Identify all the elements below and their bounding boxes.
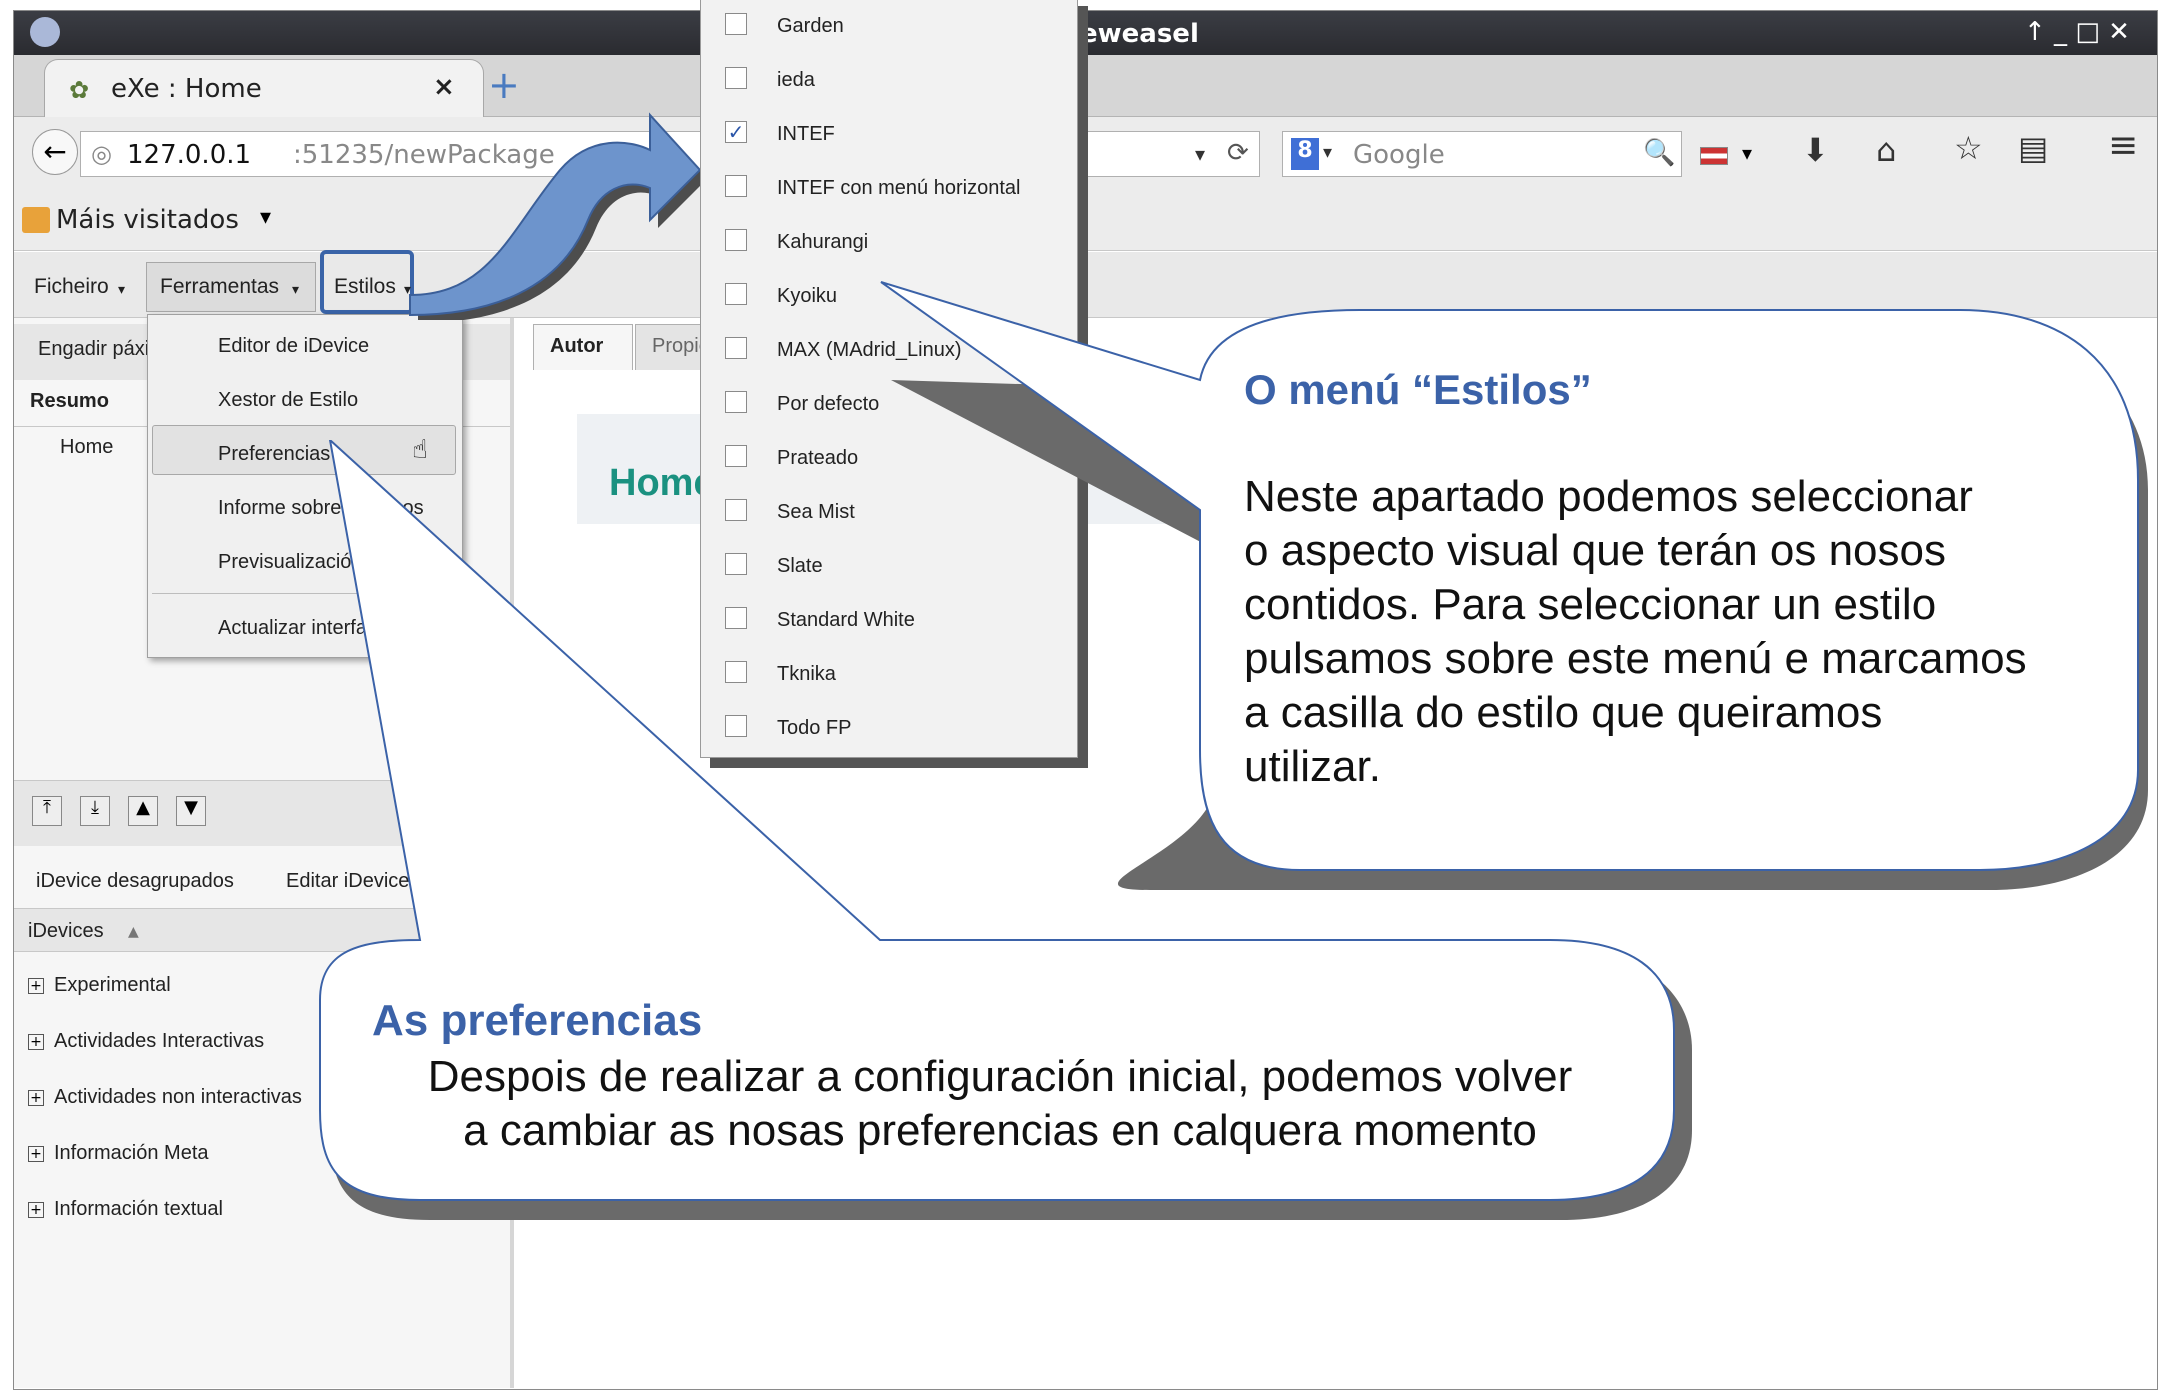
style-option[interactable]: Kahurangi	[777, 231, 868, 254]
category-interactive[interactable]: Actividades Interactivas	[54, 1030, 264, 1053]
reload-icon[interactable]: ⟳	[1227, 138, 1249, 168]
navigation-bar: ← ◎ 127.0.0.1 :51235/newPackage ▾ ⟳ 8 ▾ …	[14, 117, 2157, 189]
globe-icon: ◎	[91, 140, 112, 168]
expand-icon[interactable]: +	[28, 1202, 44, 1218]
outline-node-home[interactable]: Home	[60, 436, 113, 459]
window-controls[interactable]: ↑ _ □ ✕	[2024, 17, 2130, 47]
tab-author-label: Autor	[550, 335, 604, 357]
window-title: eweasel	[1080, 19, 1199, 49]
idevices-header[interactable]: iDevices	[28, 920, 104, 943]
callout-line: Despois de realizar a configuración inic…	[427, 1052, 1573, 1101]
callout-styles-title: O menú “Estilos”	[1244, 366, 1592, 413]
most-visited-bookmark[interactable]: Máis visitados	[56, 205, 239, 235]
menu-tools[interactable]: Ferramentas	[160, 275, 279, 299]
menu-icon[interactable]: ≡	[2108, 125, 2138, 166]
tab-strip: ✿ eXe : Home × +	[14, 55, 2157, 117]
search-input[interactable]: Google	[1353, 140, 1445, 170]
pointer-arrow	[409, 112, 708, 320]
category-meta[interactable]: Información Meta	[54, 1142, 209, 1165]
url-host: 127.0.0.1	[127, 140, 252, 170]
callout-prefs-title: As preferencias	[372, 996, 703, 1045]
menu-styles[interactable]: Estilos	[334, 275, 396, 299]
style-checkbox[interactable]	[725, 391, 747, 413]
style-checkbox[interactable]	[725, 13, 747, 35]
menu-item-style-manager[interactable]: Xestor de Estilo	[218, 389, 358, 412]
home-icon[interactable]: ⌂	[1876, 131, 1896, 169]
style-option[interactable]: Por defecto	[777, 393, 879, 416]
bookmark-star-icon[interactable]: ☆	[1954, 129, 1983, 167]
style-checkbox[interactable]	[725, 175, 747, 197]
back-button[interactable]: ←	[32, 129, 78, 175]
move-bottom-icon[interactable]: ⤓	[80, 796, 110, 826]
style-checkbox[interactable]	[725, 67, 747, 89]
expand-icon[interactable]: +	[28, 978, 44, 994]
move-down-icon[interactable]: ▼	[176, 796, 206, 826]
flag-dropdown-icon[interactable]: ▾	[1742, 141, 1752, 165]
clipboard-icon[interactable]: ▤	[2018, 129, 2048, 167]
search-box[interactable]: 8 ▾ Google 🔍	[1282, 131, 1682, 177]
exe-favicon-icon: ✿	[69, 76, 90, 104]
menu-item-idevice-editor[interactable]: Editor de iDevice	[218, 335, 369, 358]
download-icon[interactable]: ⬇	[1802, 131, 1829, 169]
style-checkbox[interactable]: ✓	[725, 121, 747, 143]
category-non-interactive[interactable]: Actividades non interactivas	[54, 1086, 302, 1109]
category-text[interactable]: Información textual	[54, 1198, 223, 1221]
bookmarks-bar: Máis visitados ▾	[14, 189, 2157, 251]
search-icon[interactable]: 🔍	[1643, 138, 1675, 168]
expand-icon[interactable]: +	[28, 1090, 44, 1106]
dropdown-icon[interactable]: ▾	[1195, 142, 1205, 166]
category-experimental[interactable]: Experimental	[54, 974, 171, 997]
expand-icon[interactable]: +	[28, 1034, 44, 1050]
style-option[interactable]: Garden	[777, 15, 844, 38]
title-bar: eweasel ↑ _ □ ✕	[14, 11, 2157, 55]
style-checkbox[interactable]	[725, 337, 747, 359]
outline-header: Resumo	[30, 390, 109, 412]
move-top-icon[interactable]: ⤒	[32, 796, 62, 826]
app-logo-icon	[30, 17, 60, 47]
sort-arrow-icon: ▲	[128, 924, 139, 940]
search-engine-dropdown-icon[interactable]: ▾	[1323, 142, 1332, 163]
tab-author[interactable]: Autor	[533, 324, 633, 370]
style-option[interactable]: INTEF	[777, 123, 835, 146]
flag-icon[interactable]	[1700, 147, 1728, 165]
callout-line: a cambiar as nosas preferencias en calqu…	[463, 1106, 1537, 1155]
google-icon[interactable]: 8	[1291, 138, 1319, 170]
expand-icon[interactable]: +	[28, 1146, 44, 1162]
style-option[interactable]: ieda	[777, 69, 815, 92]
style-option[interactable]: Kyoiku	[777, 285, 837, 308]
menu-file-arrow-icon: ▾	[118, 281, 126, 297]
style-checkbox[interactable]	[725, 229, 747, 251]
menu-tools-arrow-icon: ▾	[292, 281, 300, 297]
callout-prefs-body: Despois de realizar a configuración inic…	[360, 1050, 1640, 1158]
tab-title: eXe : Home	[111, 74, 262, 104]
bookmark-dropdown-icon[interactable]: ▾	[260, 205, 271, 230]
style-checkbox[interactable]	[725, 283, 747, 305]
folder-icon	[22, 207, 50, 233]
tab-idevices-ungrouped[interactable]: iDevice desagrupados	[36, 870, 234, 893]
menu-file[interactable]: Ficheiro	[34, 275, 109, 299]
style-option[interactable]: INTEF con menú horizontal	[777, 177, 1020, 200]
move-up-icon[interactable]: ▲	[128, 796, 158, 826]
